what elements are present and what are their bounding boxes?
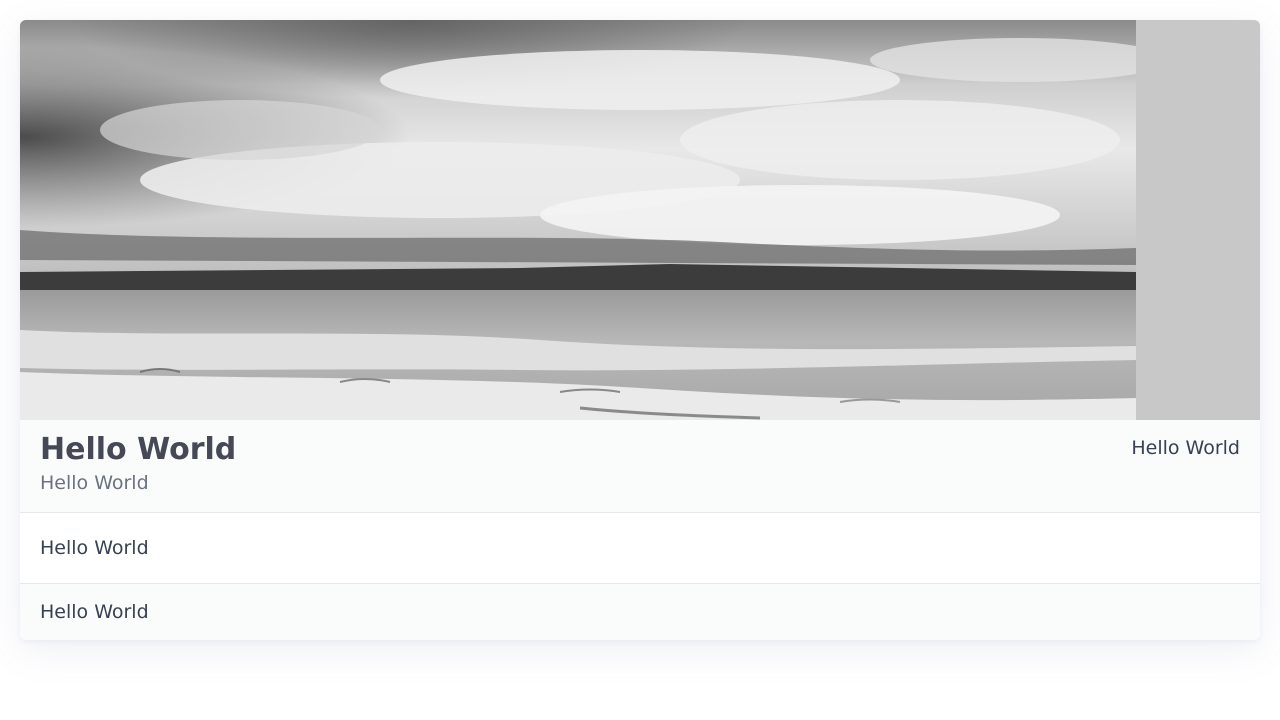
card-body: Hello World <box>20 513 1260 584</box>
beach-photo <box>20 20 1136 420</box>
card-footer: Hello World <box>20 584 1260 640</box>
card-header-aside: Hello World <box>1131 437 1240 459</box>
card-subtitle: Hello World <box>40 472 149 494</box>
card: Hello World Hello World Hello World Hell… <box>20 20 1260 640</box>
card-footer-text: Hello World <box>40 601 149 623</box>
card-body-text: Hello World <box>40 537 149 559</box>
card-title: Hello World <box>40 432 237 467</box>
card-media <box>20 20 1260 420</box>
card-header: Hello World Hello World Hello World <box>20 420 1260 513</box>
